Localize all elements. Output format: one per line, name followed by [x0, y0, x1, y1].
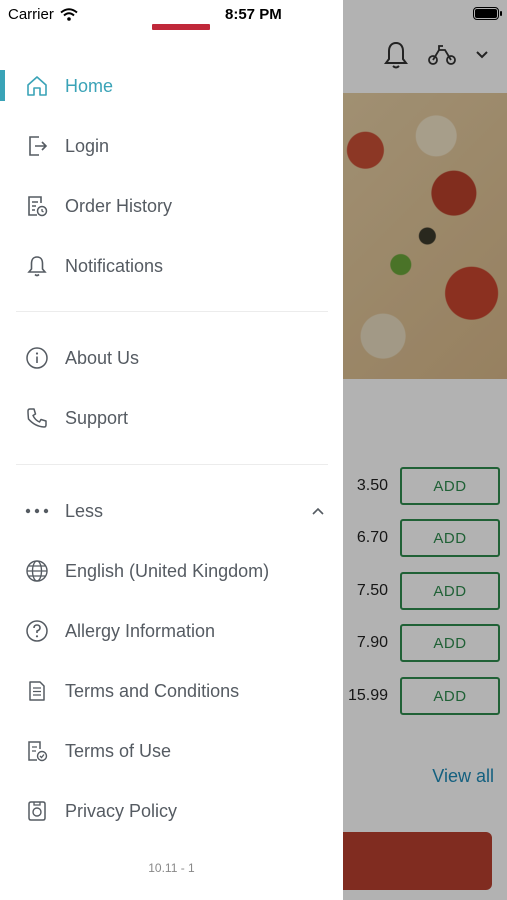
bell-icon [24, 253, 50, 279]
menu-item-label: About Us [65, 347, 140, 368]
menu-item-label: Allergy Information [65, 620, 216, 641]
menu-item-terms-and-conditions[interactable]: Terms and Conditions [0, 665, 343, 717]
menu-item-about-us[interactable]: About Us [0, 332, 343, 384]
status-bar: Carrier 8:57 PM [0, 0, 507, 30]
menu-item-label: Privacy Policy [65, 800, 178, 821]
menu-item-terms-of-use[interactable]: Terms of Use [0, 725, 343, 777]
menu-item-privacy-policy[interactable]: Privacy Policy [0, 785, 343, 837]
menu-item-label: Terms and Conditions [65, 680, 240, 701]
menu-item-home[interactable]: Home [0, 60, 343, 112]
phone-icon [24, 405, 50, 431]
menu-divider [16, 464, 328, 465]
menu-item-label: Support [65, 407, 129, 428]
side-drawer: Home Login Order History Notifications A… [0, 0, 343, 900]
menu-item-notifications[interactable]: Notifications [0, 240, 343, 292]
document-icon [24, 678, 50, 704]
globe-icon [24, 558, 50, 584]
menu-item-label: Order History [65, 195, 173, 216]
home-icon [24, 73, 50, 99]
carrier-label: Carrier [8, 6, 54, 23]
document-check-icon [24, 738, 50, 764]
privacy-icon [24, 798, 50, 824]
menu-item-order-history[interactable]: Order History [0, 180, 343, 232]
question-icon [24, 618, 50, 644]
login-icon [24, 133, 50, 159]
app-version: 10.11 - 1 [148, 861, 195, 875]
menu-item-label: Login [65, 135, 110, 156]
menu-item-label: English (United Kingdom) [65, 560, 270, 581]
chevron-up-icon [311, 507, 325, 516]
menu-item-allergy-information[interactable]: Allergy Information [0, 605, 343, 657]
battery-icon [473, 7, 502, 20]
menu-item-support[interactable]: Support [0, 392, 343, 444]
menu-item-label: Less [65, 500, 104, 521]
info-icon [24, 345, 50, 371]
menu-toggle-less[interactable]: Less [0, 485, 343, 537]
menu-item-label: Home [65, 75, 114, 96]
menu-item-login[interactable]: Login [0, 120, 343, 172]
more-dots-icon [24, 498, 50, 524]
menu-divider [16, 311, 328, 312]
menu-item-language[interactable]: English (United Kingdom) [0, 545, 343, 597]
carrier-group: Carrier [8, 6, 78, 23]
menu-item-label: Terms of Use [65, 740, 172, 761]
menu-item-label: Notifications [65, 255, 164, 276]
order-history-icon [24, 193, 50, 219]
status-time: 8:57 PM [225, 6, 282, 23]
wifi-icon [60, 8, 78, 21]
